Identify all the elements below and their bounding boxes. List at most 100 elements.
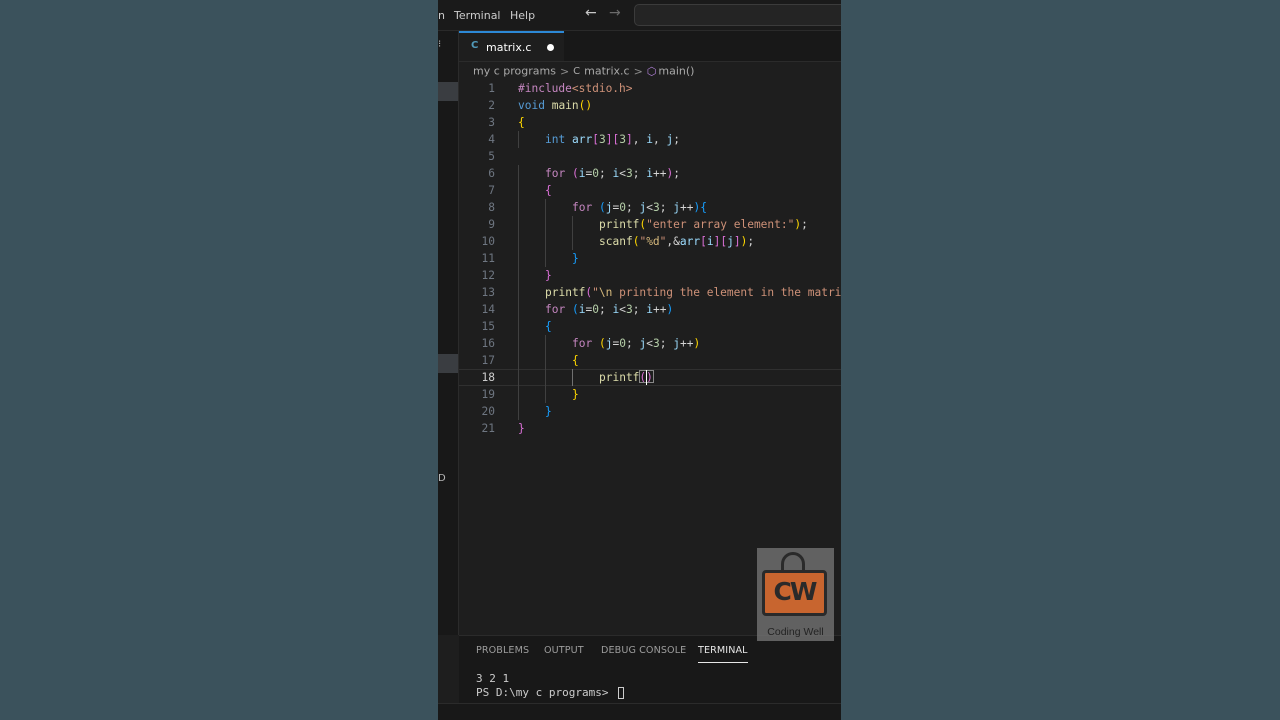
text-cursor xyxy=(646,370,648,385)
line-number: 16 xyxy=(481,337,495,350)
line-number: 15 xyxy=(481,320,495,333)
code-line[interactable]: 10 scanf("%d",&arr[i][j]); xyxy=(459,233,841,250)
code-text: for (i=0; i<3; i++) xyxy=(545,303,674,316)
tab-matrix-c[interactable]: C matrix.c xyxy=(459,31,564,61)
menu-help[interactable]: Help xyxy=(510,9,535,22)
coding-well-logo: CW Coding Well xyxy=(757,548,834,641)
tab-debug-console[interactable]: DEBUG CONSOLE xyxy=(601,645,686,656)
explorer-selected-row-2[interactable] xyxy=(438,354,458,373)
tab-problems[interactable]: PROBLEMS xyxy=(476,645,529,656)
forward-arrow-icon[interactable]: → xyxy=(609,5,621,21)
code-line[interactable]: 13 printf("\n printing the element in th… xyxy=(459,284,841,301)
unsaved-dot-icon[interactable] xyxy=(547,44,554,51)
line-number: 13 xyxy=(481,286,495,299)
code-line[interactable]: 1 #include<stdio.h> xyxy=(459,80,841,97)
code-text: int arr[3][3], i, j; xyxy=(545,133,680,146)
explorer-glyph: ⁝ xyxy=(438,39,442,50)
code-text: } xyxy=(572,252,579,265)
line-number: 17 xyxy=(481,354,495,367)
code-line[interactable]: 14 for (i=0; i<3; i++) xyxy=(459,301,841,318)
code-line[interactable]: 6 for (i=0; i<3; i++); xyxy=(459,165,841,182)
code-line[interactable]: 3{ xyxy=(459,114,841,131)
terminal-cursor xyxy=(618,687,625,699)
code-text: } xyxy=(545,405,552,418)
chevron-right-icon: > xyxy=(633,64,643,78)
code-line[interactable]: 5 xyxy=(459,148,841,165)
line-number: 2 xyxy=(488,99,495,112)
editor-tabs: C matrix.c xyxy=(459,31,841,62)
bag-icon: CW xyxy=(762,570,827,616)
line-number: 6 xyxy=(488,167,495,180)
line-number: 19 xyxy=(481,388,495,401)
status-bar xyxy=(438,703,841,720)
code-text: { xyxy=(545,320,552,333)
logo-label: Coding Well xyxy=(767,626,824,638)
terminal-prompt: PS D:\my c programs> xyxy=(476,686,616,699)
code-text: for (j=0; j<3; j++) xyxy=(572,337,701,350)
code-text: printf() xyxy=(599,371,653,384)
code-line[interactable]: 8 for (j=0; j<3; j++){ xyxy=(459,199,841,216)
line-number: 20 xyxy=(481,405,495,418)
code-line[interactable]: 16 for (j=0; j<3; j++) xyxy=(459,335,841,352)
code-line[interactable]: 9 printf("enter array element:"); xyxy=(459,216,841,233)
terminal-output-line: 3 2 1 xyxy=(476,672,510,685)
line-number: 1 xyxy=(488,82,495,95)
line-number: 7 xyxy=(488,184,495,197)
code-line[interactable]: 15 { xyxy=(459,318,841,335)
code-text: printf("enter array element:"); xyxy=(599,218,808,231)
code-line[interactable]: 18 printf() xyxy=(459,369,841,386)
back-arrow-icon[interactable]: ← xyxy=(585,5,597,21)
code-text: } xyxy=(518,422,525,435)
code-line[interactable]: 17 { xyxy=(459,352,841,369)
breadcrumb-folder[interactable]: my c programs xyxy=(473,65,556,78)
code-text: void main() xyxy=(518,99,593,112)
chevron-right-icon: > xyxy=(559,64,570,78)
menu-partial[interactable]: n xyxy=(438,9,445,22)
code-text: { xyxy=(545,184,552,197)
line-number: 12 xyxy=(481,269,495,282)
c-file-icon: C xyxy=(471,40,479,51)
command-center-search[interactable] xyxy=(634,4,841,26)
tab-label: matrix.c xyxy=(486,41,532,54)
code-line[interactable]: 19 } xyxy=(459,386,841,403)
tab-terminal[interactable]: TERMINAL xyxy=(698,645,748,663)
breadcrumb-file[interactable]: matrix.c xyxy=(584,65,629,78)
code-text: scanf("%d",&arr[i][j]); xyxy=(599,235,755,248)
line-number: 5 xyxy=(488,150,495,163)
title-bar: n Terminal Help ← → xyxy=(438,0,841,31)
line-number: 11 xyxy=(481,252,495,265)
explorer-selected-row[interactable] xyxy=(438,82,458,101)
code-line[interactable]: 12 } xyxy=(459,267,841,284)
code-line[interactable]: 4 int arr[3][3], i, j; xyxy=(459,131,841,148)
breadcrumb-symbol[interactable]: main() xyxy=(658,65,694,78)
code-line[interactable]: 21} xyxy=(459,420,841,437)
line-number: 21 xyxy=(481,422,495,435)
line-number: 18 xyxy=(481,371,495,384)
logo-letters: CW xyxy=(773,577,818,606)
function-cube-icon: ⬡ xyxy=(646,64,657,78)
code-text: { xyxy=(518,116,525,129)
code-line[interactable]: 7 { xyxy=(459,182,841,199)
code-text: for (i=0; i<3; i++); xyxy=(545,167,680,180)
code-line[interactable]: 20 } xyxy=(459,403,841,420)
breadcrumb: my c programs > Cmatrix.c > ⬡ main() xyxy=(473,64,694,80)
line-number: 4 xyxy=(488,133,495,146)
code-text: } xyxy=(545,269,552,282)
terminal-prompt-line[interactable]: PS D:\my c programs> xyxy=(476,686,625,699)
explorer-strip: ⁝ D xyxy=(438,31,459,635)
menu-terminal[interactable]: Terminal xyxy=(454,9,501,22)
c-file-icon: C xyxy=(573,65,581,77)
explorer-glyph-2: D xyxy=(438,473,446,484)
code-text: { xyxy=(572,354,579,367)
line-number: 10 xyxy=(481,235,495,248)
line-number: 3 xyxy=(488,116,495,129)
code-text: printf("\n printing the element in the m… xyxy=(545,286,841,299)
code-line[interactable]: 11 } xyxy=(459,250,841,267)
line-number: 14 xyxy=(481,303,495,316)
line-number: 9 xyxy=(488,218,495,231)
code-text: #include<stdio.h> xyxy=(518,82,633,95)
code-text: } xyxy=(572,388,579,401)
code-line[interactable]: 2 void main() xyxy=(459,97,841,114)
line-number: 8 xyxy=(488,201,495,214)
tab-output[interactable]: OUTPUT xyxy=(544,645,584,656)
